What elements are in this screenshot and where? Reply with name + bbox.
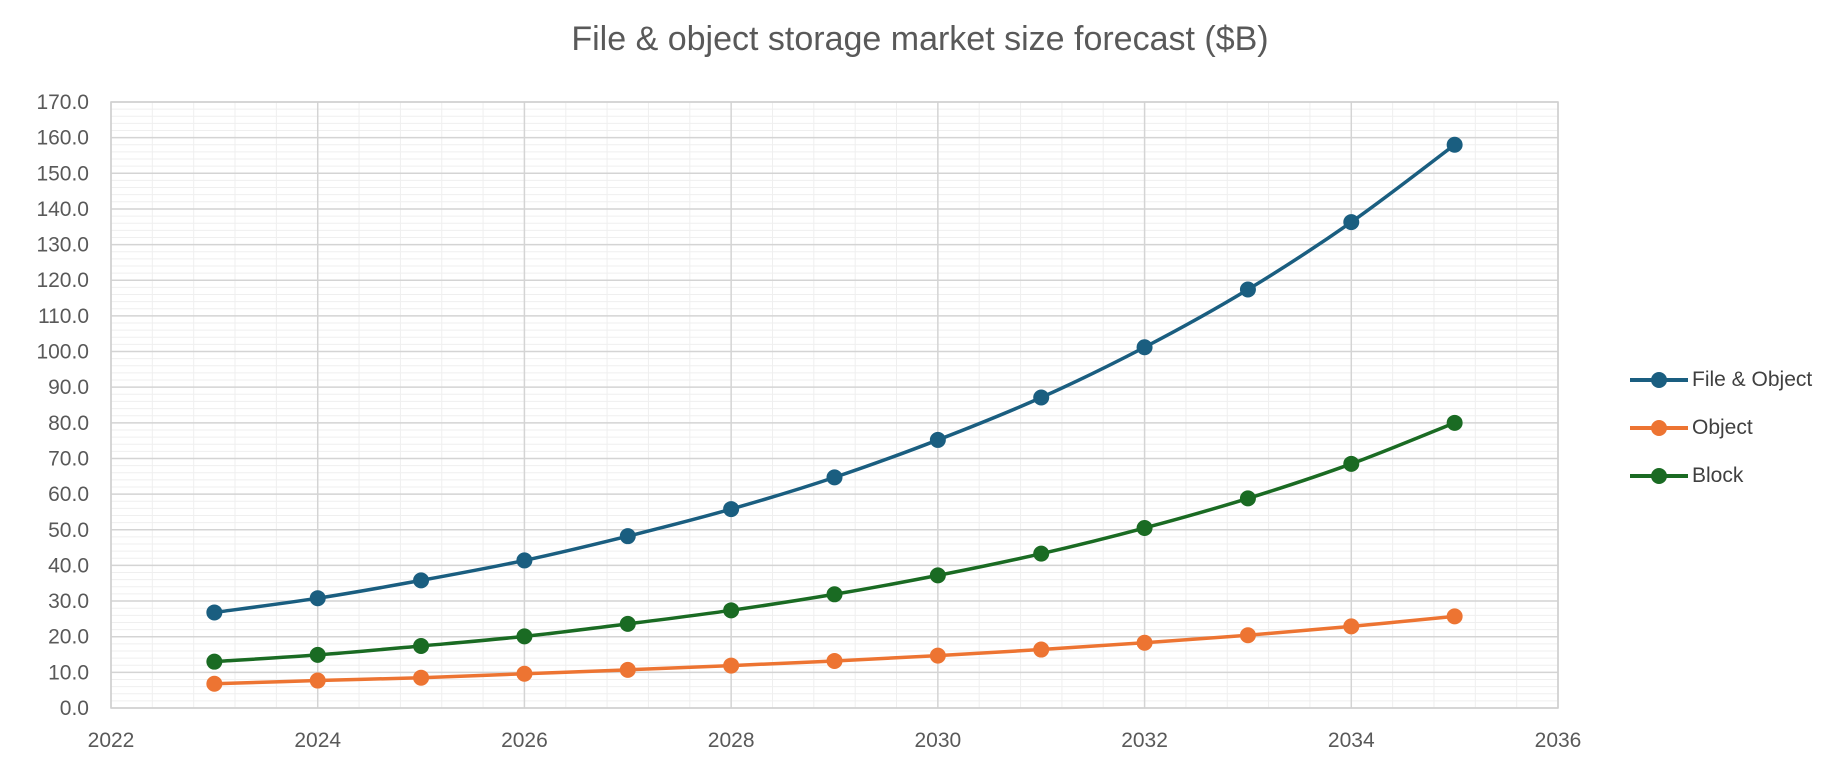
- x-tick-label: 2032: [1121, 729, 1168, 752]
- x-axis-ticks: 2022 2024 2026 2028 2030 2032 2034 2036: [88, 729, 1582, 752]
- data-point-block: [516, 628, 533, 645]
- y-tick-label: 90.0: [48, 376, 89, 399]
- x-tick-label: 2026: [501, 729, 548, 752]
- x-tick-label: 2034: [1328, 729, 1375, 752]
- data-point-file-object: [929, 431, 946, 448]
- y-tick-label: 100.0: [36, 341, 89, 364]
- y-tick-label: 140.0: [36, 198, 89, 221]
- y-tick-label: 40.0: [48, 554, 89, 577]
- data-point-block: [1446, 414, 1463, 431]
- y-axis-ticks: 0.0 10.0 20.0 30.0 40.0 50.0 60.0 70.0 80.0 90.0 1…: [36, 91, 89, 720]
- data-point-file-object: [1033, 389, 1050, 406]
- data-point-block: [929, 567, 946, 584]
- minor-grid: [110, 101, 1559, 709]
- data-point-block: [723, 602, 740, 619]
- legend-marker: [1651, 468, 1667, 484]
- data-point-object: [1033, 641, 1050, 658]
- data-point-object: [516, 665, 533, 682]
- y-tick-label: 30.0: [48, 590, 89, 613]
- chart-plot: 0.0 10.0 20.0 30.0 40.0 50.0 60.0 70.0 80.0 90.0 1…: [36, 91, 1582, 752]
- data-point-block: [206, 653, 223, 670]
- y-tick-label: 170.0: [36, 91, 89, 114]
- data-point-file-object: [413, 572, 430, 589]
- legend-label: Object: [1692, 416, 1753, 439]
- legend-marker: [1651, 420, 1667, 436]
- data-point-file-object: [619, 528, 636, 545]
- data-point-object: [413, 669, 430, 686]
- legend-item-file-object[interactable]: File & Object: [1630, 356, 1840, 404]
- legend-label: Block: [1692, 464, 1744, 487]
- y-tick-label: 10.0: [48, 661, 89, 684]
- data-point-file-object: [1446, 136, 1463, 153]
- legend-label: File & Object: [1692, 368, 1813, 391]
- major-grid: [110, 101, 1559, 709]
- x-tick-label: 2030: [914, 729, 961, 752]
- data-point-object: [206, 675, 223, 692]
- data-point-file-object: [206, 604, 223, 621]
- y-tick-label: 120.0: [36, 269, 89, 292]
- legend-swatch-file-object: [1630, 372, 1688, 388]
- data-point-object: [929, 647, 946, 664]
- data-point-file-object: [1343, 214, 1360, 231]
- y-tick-label: 160.0: [36, 127, 89, 150]
- legend-item-object[interactable]: Object: [1630, 404, 1840, 452]
- data-point-block: [1343, 455, 1360, 472]
- y-tick-label: 150.0: [36, 162, 89, 185]
- data-point-file-object: [1239, 281, 1256, 298]
- data-point-file-object: [516, 552, 533, 569]
- legend-marker: [1651, 372, 1667, 388]
- legend-swatch-object: [1630, 420, 1688, 436]
- legend: File & Object Object Block: [1630, 356, 1840, 500]
- y-tick-label: 70.0: [48, 447, 89, 470]
- data-point-object: [619, 661, 636, 678]
- data-point-file-object: [1136, 339, 1153, 356]
- data-point-object: [1343, 618, 1360, 635]
- data-point-block: [1239, 490, 1256, 507]
- y-tick-label: 20.0: [48, 626, 89, 649]
- data-point-object: [1239, 627, 1256, 644]
- y-tick-label: 110.0: [38, 305, 89, 328]
- data-point-block: [1136, 519, 1153, 536]
- legend-item-block[interactable]: Block: [1630, 452, 1840, 500]
- data-point-object: [309, 672, 326, 689]
- y-tick-label: 50.0: [48, 519, 89, 542]
- legend-swatch-block: [1630, 468, 1688, 484]
- data-point-file-object: [309, 590, 326, 607]
- data-point-object: [723, 657, 740, 674]
- x-tick-label: 2036: [1535, 729, 1582, 752]
- data-point-block: [309, 646, 326, 663]
- y-tick-label: 60.0: [48, 483, 89, 506]
- data-point-block: [413, 637, 430, 654]
- y-tick-label: 0.0: [60, 697, 89, 720]
- data-point-block: [826, 586, 843, 603]
- data-point-file-object: [826, 469, 843, 486]
- data-point-block: [619, 615, 636, 632]
- data-point-object: [1136, 634, 1153, 651]
- x-tick-label: 2022: [88, 729, 135, 752]
- data-point-object: [826, 652, 843, 669]
- data-point-file-object: [723, 501, 740, 518]
- data-point-block: [1033, 545, 1050, 562]
- plot-frame: [110, 101, 1559, 709]
- y-tick-label: 80.0: [48, 412, 89, 435]
- x-tick-label: 2028: [708, 729, 755, 752]
- data-point-object: [1446, 608, 1463, 625]
- y-tick-label: 130.0: [36, 234, 89, 257]
- x-tick-label: 2024: [294, 729, 341, 752]
